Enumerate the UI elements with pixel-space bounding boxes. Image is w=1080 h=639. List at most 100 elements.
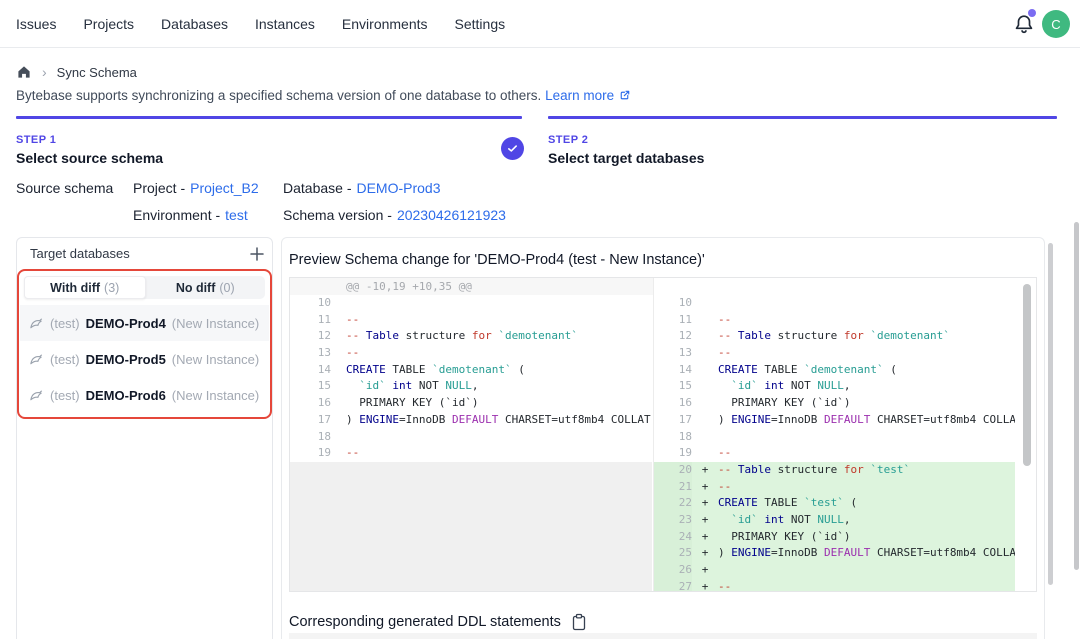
nav-item-instances[interactable]: Instances	[255, 16, 315, 32]
environment-label: Environment -	[133, 207, 220, 223]
step2-label: STEP 2	[548, 134, 588, 146]
database-link[interactable]: DEMO-Prod3	[356, 180, 440, 196]
diff-sign: +	[692, 529, 718, 546]
line-number: 19	[290, 445, 331, 462]
breadcrumb: › Sync Schema	[16, 63, 137, 81]
diff-line-added: 24+ PRIMARY KEY (`id`)	[654, 529, 1015, 546]
code-text	[331, 429, 346, 446]
diff-line-added: 27+--	[654, 579, 1015, 591]
diff-sign	[692, 312, 718, 329]
code-text	[331, 295, 346, 312]
user-avatar[interactable]: C	[1042, 10, 1070, 38]
db-note: (New Instance)	[172, 388, 259, 403]
notification-dot	[1028, 9, 1036, 17]
line-number: 14	[654, 362, 692, 379]
line-number: 11	[290, 312, 331, 329]
target-db-item-demo-prod6[interactable]: (test) DEMO-Prod6 (New Instance)	[20, 377, 269, 413]
diff-sign	[692, 412, 718, 429]
diff-line: 19--	[290, 445, 653, 462]
target-db-item-demo-prod4[interactable]: (test) DEMO-Prod4 (New Instance)	[20, 305, 269, 341]
nav-item-databases[interactable]: Databases	[161, 16, 228, 32]
diff-sign: +	[692, 462, 718, 479]
intro-description: Bytebase supports synchronizing a specif…	[16, 88, 541, 103]
code-text: --	[718, 445, 731, 462]
line-number: 12	[654, 328, 692, 345]
nav-item-issues[interactable]: Issues	[16, 16, 56, 32]
diff-line: 10	[654, 295, 1015, 312]
diff-sign	[692, 378, 718, 395]
project-label: Project -	[133, 180, 185, 196]
diff-line: 11--	[290, 312, 653, 329]
learn-more-link[interactable]: Learn more	[545, 88, 614, 103]
line-number: 11	[654, 312, 692, 329]
code-text: --	[718, 579, 731, 591]
code-text: -- Table structure for `demotenant`	[718, 328, 950, 345]
nav-item-environments[interactable]: Environments	[342, 16, 428, 32]
add-target-database-button[interactable]	[247, 244, 267, 264]
line-number: 18	[654, 429, 692, 446]
diff-line: 16 PRIMARY KEY (`id`)	[290, 395, 653, 412]
diff-line: 12 -- Table structure for `demotenant`	[654, 328, 1015, 345]
tab-with-diff-count: (3)	[104, 281, 119, 295]
db-environment: (test)	[50, 388, 80, 403]
editor-vertical-scrollbar[interactable]	[1023, 284, 1031, 466]
environment-link[interactable]: test	[225, 207, 248, 223]
content-scrollbar[interactable]	[1048, 243, 1053, 585]
diff-line: 17) ENGINE=InnoDB DEFAULT CHARSET=utf8mb…	[290, 412, 653, 429]
line-number: 23	[654, 512, 692, 529]
line-number: 19	[654, 445, 692, 462]
home-icon[interactable]	[16, 64, 32, 80]
step1-title: Select source schema	[16, 150, 163, 166]
diff-line: 18	[654, 429, 1015, 446]
source-project: Project - Project_B2	[133, 180, 259, 196]
tab-no-diff[interactable]: No diff (0)	[146, 276, 266, 299]
line-number: 21	[654, 479, 692, 496]
step2-progress-bar	[548, 116, 1057, 119]
line-number: 22	[654, 495, 692, 512]
target-databases-title: Target databases	[30, 246, 130, 261]
step1-label: STEP 1	[16, 134, 56, 146]
source-schema-version: Schema version -20230426121923	[283, 207, 506, 223]
schema-diff-editor: @@ -10,19 +10,35 @@ 1011--12-- Table str…	[289, 277, 1037, 592]
diff-hunk-header: @@ -10,19 +10,35 @@	[290, 278, 653, 295]
copy-icon[interactable]	[571, 613, 587, 631]
tab-with-diff[interactable]: With diff (3)	[24, 276, 146, 299]
line-number: 26	[654, 562, 692, 579]
external-link-icon	[618, 89, 631, 102]
breadcrumb-page-label: Sync Schema	[57, 65, 137, 80]
diff-pane-modified: 1011 -- 12 -- Table structure for `demotena…	[653, 278, 1015, 591]
code-text: `id` int NOT NULL,	[718, 512, 851, 529]
line-number: 18	[290, 429, 331, 446]
database-label: Database -	[283, 180, 351, 196]
db-environment: (test)	[50, 316, 80, 331]
code-text: ) ENGINE=InnoDB DEFAULT CHARSET=utf8mb4 …	[718, 412, 1015, 429]
ddl-statements-block	[289, 633, 1037, 639]
diff-line: 13--	[290, 345, 653, 362]
diff-sign: +	[692, 545, 718, 562]
code-text: `id` int NOT NULL,	[718, 378, 851, 395]
code-text: --	[718, 479, 731, 496]
source-schema-label: Source schema	[16, 180, 113, 196]
code-text: -- Table structure for `test`	[718, 462, 910, 479]
diff-line: 14CREATE TABLE `demotenant` (	[290, 362, 653, 379]
step1-complete-check-icon	[501, 137, 524, 160]
code-text: -- Table structure for `demotenant`	[331, 328, 578, 345]
code-text: --	[331, 312, 359, 329]
schema-version-link[interactable]: 20230426121923	[397, 207, 506, 223]
diff-line-added: 20+-- Table structure for `test`	[654, 462, 1015, 479]
diff-sign	[692, 395, 718, 412]
page-scrollbar[interactable]	[1074, 222, 1079, 570]
target-db-item-demo-prod5[interactable]: (test) DEMO-Prod5 (New Instance)	[20, 341, 269, 377]
code-text: CREATE TABLE `demotenant` (	[718, 362, 897, 379]
code-text: PRIMARY KEY (`id`)	[718, 395, 850, 412]
step1-progress-bar	[16, 116, 522, 119]
nav-item-projects[interactable]: Projects	[83, 16, 134, 32]
diff-sign: +	[692, 479, 718, 496]
nav-item-settings[interactable]: Settings	[455, 16, 506, 32]
diff-sign: +	[692, 579, 718, 591]
diff-sign: +	[692, 562, 718, 579]
diff-sign	[692, 295, 718, 312]
db-note: (New Instance)	[172, 352, 259, 367]
project-link[interactable]: Project_B2	[190, 180, 258, 196]
code-text: --	[331, 345, 359, 362]
